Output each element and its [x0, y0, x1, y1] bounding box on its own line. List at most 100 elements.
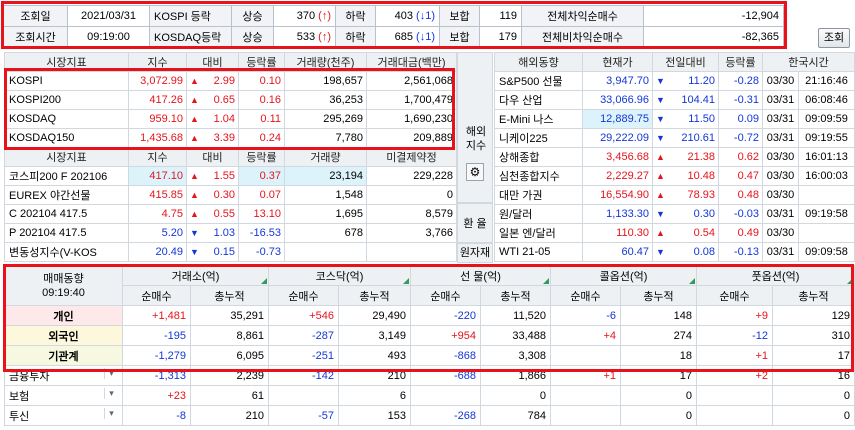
cumulative-value: 784: [480, 405, 551, 426]
index-value: 1,435.68: [128, 128, 187, 148]
overseas-row[interactable]: 상해종합 3,456.68 ▲ 21.38 0.62 03/30 16:01:13: [494, 147, 855, 167]
investor-select[interactable]: 보험 ▾: [4, 385, 123, 406]
overseas-row[interactable]: S&P500 선물 3,947.70 ▼ 11.20 -0.28 03/30 21…: [494, 71, 855, 91]
market-row[interactable]: KOSPI 3,072.99 ▲ 2.99 0.10 198,657 2,561,…: [4, 71, 457, 91]
index-value: 20.49: [128, 242, 187, 262]
group-kospi[interactable]: 거래소(억): [122, 265, 269, 286]
investor-row[interactable]: 투신 ▾ -8 210 -57 153 -268 784 0 0: [4, 405, 855, 426]
investor-row[interactable]: 금융투자 ▾ -1,313 2,239 -142 210 -688 1,866 +1 17 +2 16: [4, 365, 855, 386]
investor-row[interactable]: 외국인 -195 8,861 -287 3,149 +954 33,488 +4 274 -12 3…: [4, 325, 855, 346]
derivative-name: EUREX 야간선물: [4, 185, 129, 205]
market-header-2: 시장지표 지수 대비 등락률 거래량 미결제약정: [4, 147, 457, 167]
group-call-options[interactable]: 콜옵션(억): [550, 265, 697, 286]
time-value: 09:19:55: [797, 128, 855, 148]
market-name: KOSPI200: [4, 90, 129, 110]
change-value: 11.50: [688, 113, 715, 125]
net-buy-value: +1: [550, 365, 621, 386]
rate-value: 0.49: [718, 223, 763, 243]
chevron-down-icon[interactable]: ▾: [104, 367, 118, 379]
up-count: 370: [296, 10, 316, 22]
investor-select[interactable]: 투신 ▾: [4, 405, 123, 426]
overseas-row[interactable]: WTI 21-05 60.47 ▼ 0.08 -0.13 03/31 09:09:…: [494, 242, 855, 262]
net-buy-value: [550, 405, 621, 426]
investor-row[interactable]: 기관계 -1,279 6,095 -251 493 -868 3,308 18 +1 17: [4, 345, 855, 366]
col-header: 거래량(천주): [284, 52, 367, 72]
market-row[interactable]: KOSDAQ150 1,435.68 ▲ 3.39 0.24 7,780 209,…: [4, 128, 457, 148]
overseas-row[interactable]: 대만 가권 16,554.90 ▲ 78.93 0.48 03/30: [494, 185, 855, 205]
lower-limit-count: 1): [425, 31, 435, 43]
overseas-row[interactable]: 니케이225 29,222.09 ▼ 210.61 -0.72 03/31 09:…: [494, 128, 855, 148]
amount-value: 209,889: [366, 128, 457, 148]
date-value[interactable]: 2021/03/31: [67, 5, 150, 27]
price-value: 33,066.96: [582, 90, 653, 110]
sub-cumulative: 총누적: [338, 285, 411, 306]
down-triangle-icon: ▼: [656, 95, 665, 105]
change-value: 0.08: [693, 246, 715, 258]
overseas-name: 상해종합: [494, 147, 583, 167]
down-triangle-icon: ▼: [656, 76, 665, 86]
up-label: 상승: [231, 26, 274, 48]
query-button[interactable]: 조회: [818, 28, 850, 48]
group-futures[interactable]: 선 물(억): [410, 265, 551, 286]
volume-value: 678: [284, 223, 367, 243]
net-buy-value: -688: [410, 365, 481, 386]
gear-icon[interactable]: ⚙: [466, 163, 484, 181]
derivative-row[interactable]: C 202104 417.5 4.75 ▲ 0.55 13.10 1,695 8,…: [4, 204, 457, 224]
change-cell: ▼ 11.20: [652, 71, 719, 91]
change-cell: ▲ 3.39: [186, 128, 239, 148]
time-value[interactable]: 09:19:00: [67, 26, 150, 48]
date-value: 03/30: [762, 223, 799, 243]
change-value: 1.04: [213, 113, 235, 125]
cumulative-value: 16: [772, 365, 855, 386]
investor-name: 외국인: [4, 325, 123, 346]
investor-row[interactable]: 보험 ▾ +23 61 6 0 0 0: [4, 385, 855, 406]
overseas-row[interactable]: 일본 엔/달러 110.30 ▲ 0.54 0.49 03/30: [494, 223, 855, 243]
chevron-down-icon[interactable]: ▾: [104, 407, 118, 419]
net-buy-value: -251: [268, 345, 339, 366]
flat-label: 보합: [439, 26, 480, 48]
group-put-options[interactable]: 풋옵션(억): [696, 265, 855, 286]
overseas-row[interactable]: E-Mini 나스 12,889.75 ▼ 11.50 0.09 03/31 09…: [494, 109, 855, 129]
derivative-row[interactable]: EUREX 야간선물 415.85 ▲ 0.30 0.07 1,548 0: [4, 185, 457, 205]
rate-value: -0.28: [718, 71, 763, 91]
price-value: 12,889.75: [582, 109, 653, 129]
net-buy-value: [550, 385, 621, 406]
derivative-row[interactable]: 변동성지수(V-KOS 20.49 ▼ 0.15 -0.73: [4, 242, 457, 262]
change-value: 10.48: [687, 170, 715, 182]
overseas-row[interactable]: 심천종합지수 2,229.27 ▲ 10.48 0.47 03/30 16:00:…: [494, 166, 855, 186]
down-arrow-icon: (↓: [416, 31, 426, 43]
cumulative-value: 33,488: [480, 325, 551, 346]
overseas-row[interactable]: 원/달러 1,133.30 ▼ 0.30 -0.03 03/31 09:19:58: [494, 204, 855, 224]
overseas-row[interactable]: 다우 산업 33,066.96 ▼ 104.41 -0.31 03/31 06:0…: [494, 90, 855, 110]
market-name: KOSPI: [4, 71, 129, 91]
time-value: 06:08:46: [797, 90, 855, 110]
net-buy-value: +1: [696, 345, 773, 366]
sub-cumulative: 총누적: [190, 285, 269, 306]
kospi-breadth-label: KOSPI 등락: [149, 5, 232, 27]
open-interest-value: 3,766: [366, 223, 457, 243]
derivative-row[interactable]: 코스피200 F 202106 417.10 ▲ 1.55 0.37 23,194…: [4, 166, 457, 186]
overseas-name: 다우 산업: [494, 90, 583, 110]
investor-select[interactable]: 금융투자 ▾: [4, 365, 123, 386]
up-arrow-icon: (↑: [318, 31, 328, 43]
sub-net-buy: 순매수: [550, 285, 621, 306]
cumulative-value: 310: [772, 325, 855, 346]
col-header: 지수: [128, 147, 187, 167]
group-kosdaq[interactable]: 코스닥(억): [268, 265, 411, 286]
derivative-row[interactable]: P 202104 417.5 5.20 ▼ 1.03 -16.53 678 3,7…: [4, 223, 457, 243]
col-header: 미결제약정: [366, 147, 457, 167]
kosdaq-breadth-label: KOSDAQ등락: [149, 26, 232, 48]
up-triangle-icon: ▲: [656, 152, 665, 162]
volume-value: [284, 242, 367, 262]
chevron-down-icon[interactable]: ▾: [104, 387, 118, 399]
change-value: 1.03: [213, 227, 235, 239]
investor-row[interactable]: 개인 +1,481 35,291 +546 29,490 -220 11,520 -6 148 +…: [4, 305, 855, 326]
time-value: 21:16:46: [797, 71, 855, 91]
market-row[interactable]: KOSPI200 417.26 ▲ 0.65 0.16 36,253 1,700,…: [4, 90, 457, 110]
down-triangle-icon: ▼: [656, 209, 665, 219]
up-triangle-icon: ▲: [190, 190, 199, 200]
net-buy-value: +2: [696, 365, 773, 386]
rate-value: 0.07: [238, 185, 285, 205]
market-header: 시장지표 지수 대비 등락률 거래량(천주) 거래대금(백만): [4, 52, 457, 72]
market-row[interactable]: KOSDAQ 959.10 ▲ 1.04 0.11 295,269 1,690,2…: [4, 109, 457, 129]
